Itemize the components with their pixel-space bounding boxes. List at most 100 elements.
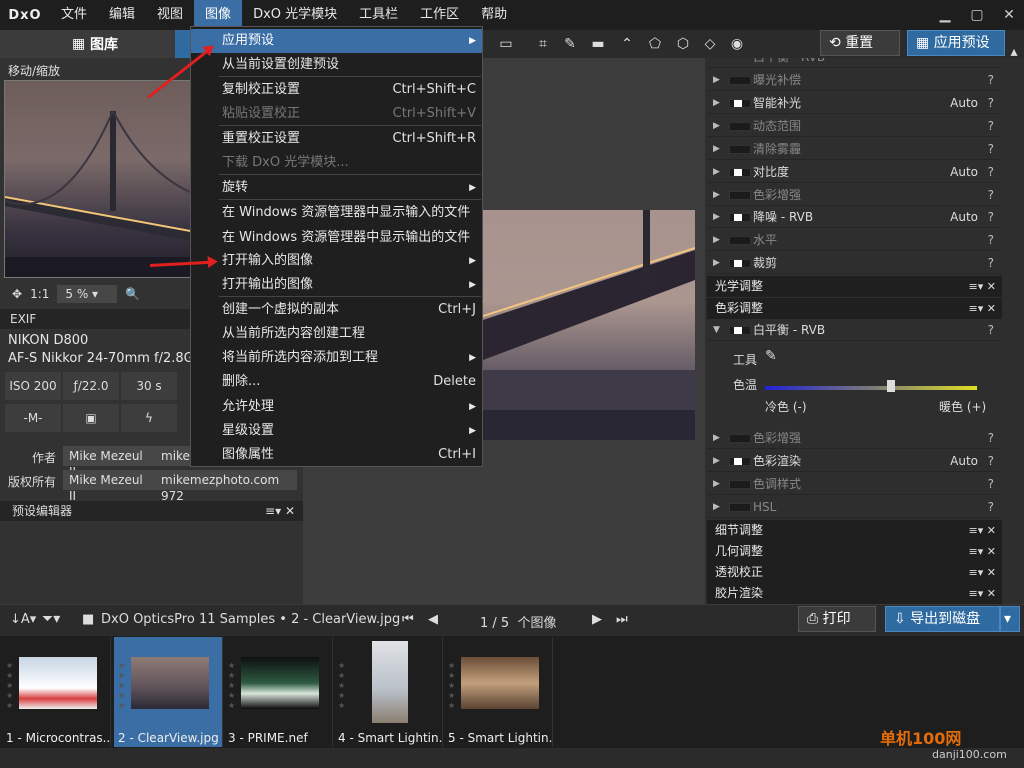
section-bottom-3[interactable]: 胶片渲染 ≡▾ ✕	[707, 583, 1002, 604]
enable-toggle[interactable]	[729, 144, 751, 154]
menu-item-16[interactable]: 星级设置 ▶	[191, 419, 482, 443]
zoom-select[interactable]: 5 % ▾	[57, 285, 118, 303]
section-bottom-2[interactable]: 透视校正 ≡▾ ✕	[707, 562, 1002, 583]
menu-item-9[interactable]: 打开输入的图像 ▶	[191, 249, 482, 273]
enable-toggle[interactable]	[729, 98, 751, 108]
expand-icon[interactable]: ▶	[713, 161, 720, 183]
eyedropper-icon[interactable]: ✎	[765, 348, 777, 364]
copyright-field-2[interactable]: mikemezphoto.com 972	[155, 470, 297, 503]
fit-icon[interactable]: ▭	[496, 34, 516, 54]
help-icon[interactable]: ?	[988, 473, 994, 495]
print-button[interactable]: ⎙ 打印	[798, 606, 876, 632]
enable-toggle[interactable]	[729, 236, 751, 246]
expand-icon[interactable]: ▶	[713, 184, 720, 206]
expand-icon[interactable]: ▶	[713, 206, 720, 228]
palette-row[interactable]: ▶ 水平?	[707, 229, 1002, 252]
help-icon[interactable]: ?	[988, 496, 994, 518]
first-image-icon[interactable]: ⏮	[402, 612, 414, 627]
section-menu-close-icon[interactable]: ≡▾ ✕	[969, 541, 996, 562]
palette-row[interactable]: ▶ 色彩增强?	[707, 184, 1002, 206]
expand-icon[interactable]: ▶	[713, 229, 720, 251]
section-menu-close-icon[interactable]: ≡▾ ✕	[969, 520, 996, 541]
horizon-icon[interactable]: ▬	[588, 34, 608, 54]
panel-close-icon[interactable]: ≡▾ ✕	[265, 501, 295, 521]
expand-icon[interactable]: ▶	[713, 115, 720, 137]
section-menu-close-icon[interactable]: ≡▾ ✕	[969, 583, 996, 604]
help-icon[interactable]: ?	[988, 115, 994, 137]
section-menu-close-icon[interactable]: ≡▾ ✕	[969, 562, 996, 583]
author-field[interactable]: Mike Mezeul II	[63, 446, 155, 479]
eyedropper-icon[interactable]: ✎	[560, 34, 580, 54]
apply-preset-button[interactable]: ▦ 应用预设	[907, 30, 1005, 56]
enable-toggle[interactable]	[729, 76, 751, 85]
customize-tab[interactable]	[175, 30, 190, 58]
expand-icon[interactable]: ▶	[713, 252, 720, 274]
help-icon[interactable]: ?	[988, 206, 994, 228]
menu-item-14[interactable]: 删除... Delete	[191, 370, 482, 394]
export-dropdown-icon[interactable]: ▾	[1000, 606, 1020, 632]
palette-row[interactable]: ▶ 色调样式?	[707, 473, 1002, 495]
help-icon[interactable]: ?	[988, 229, 994, 251]
temp-slider-thumb[interactable]	[887, 380, 895, 392]
expand-icon[interactable]: ▶	[713, 92, 720, 114]
zoom-1to1[interactable]: 1:1	[30, 287, 49, 301]
help-icon[interactable]: ?	[988, 69, 994, 91]
thumbnail[interactable]: ★ ★ ★ ★ ★ 5 - Smart Lightin...	[444, 637, 553, 747]
perspective-icon[interactable]: ⌃	[617, 34, 637, 54]
rating-stars[interactable]: ★ ★ ★ ★ ★	[448, 661, 455, 711]
enable-toggle[interactable]	[729, 190, 751, 200]
temp-slider[interactable]	[765, 386, 977, 390]
help-icon[interactable]: ?	[988, 252, 994, 274]
thumbnail[interactable]: ★ ★ ★ ★ ★ 3 - PRIME.nef	[224, 637, 333, 747]
menu-item-1[interactable]: 从当前设置创建预设	[191, 53, 482, 77]
expand-icon[interactable]: ▶	[713, 69, 720, 91]
copyright-field[interactable]: Mike Mezeul II	[63, 470, 155, 503]
last-image-icon[interactable]: ⏭	[616, 612, 628, 627]
close-icon[interactable]: ✕	[994, 0, 1024, 30]
section-bottom-1[interactable]: 几何调整 ≡▾ ✕	[707, 541, 1002, 562]
enable-toggle[interactable]	[729, 480, 751, 489]
prev-image-icon[interactable]: ◀	[428, 612, 438, 627]
palette-row[interactable]: ▶ 对比度 Auto?	[707, 161, 1002, 183]
enable-toggle[interactable]	[729, 167, 751, 177]
menu-view[interactable]: 视图	[146, 0, 194, 30]
help-icon[interactable]: ?	[988, 450, 994, 472]
thumbnail[interactable]: ★ ★ ★ ★ ★ 1 - Microcontras...	[2, 637, 111, 747]
expand-icon[interactable]: ▶	[713, 450, 720, 472]
section-color[interactable]: 色彩调整 ≡▾ ✕	[707, 298, 1002, 319]
menu-item-8[interactable]: 在 Windows 资源管理器中显示输出的文件	[191, 226, 482, 250]
menu-item-2[interactable]: 复制校正设置 Ctrl+Shift+C	[191, 78, 482, 102]
section-menu-close-icon[interactable]: ≡▾ ✕	[969, 298, 996, 319]
menu-item-17[interactable]: 图像属性 Ctrl+I	[191, 443, 482, 467]
menu-item-12[interactable]: 从当前所选内容创建工程	[191, 322, 482, 346]
help-icon[interactable]: ?	[988, 161, 994, 183]
menu-item-15[interactable]: 允许处理 ▶	[191, 395, 482, 419]
rating-stars[interactable]: ★ ★ ★ ★ ★	[338, 661, 345, 711]
menu-edit[interactable]: 编辑	[98, 0, 146, 30]
sort-icon[interactable]: ↓A▾	[10, 612, 36, 627]
eye-icon[interactable]: ◉	[727, 34, 747, 54]
help-icon[interactable]: ?	[988, 92, 994, 114]
expand-icon[interactable]: ▶	[713, 427, 720, 449]
white-balance-row[interactable]: ▼ 白平衡 - RVB?	[707, 319, 1002, 341]
menu-item-0[interactable]: 应用预设 ▶	[191, 29, 482, 53]
expand-icon[interactable]: ▶	[713, 138, 720, 160]
palette-row[interactable]: ▶ 裁剪?	[707, 252, 1002, 275]
palette-row[interactable]: ▶ 动态范围?	[707, 115, 1002, 137]
expand-icon[interactable]: ▶	[713, 473, 720, 495]
expand-icon[interactable]: ▶	[713, 496, 720, 518]
thumbnail[interactable]: ★ ★ ★ ★ ★ 4 - Smart Lightin...	[334, 637, 443, 747]
enable-toggle[interactable]	[729, 434, 751, 443]
zoom-icon[interactable]: 🔍	[125, 287, 140, 301]
minimize-icon[interactable]: ▁	[930, 0, 960, 30]
palette-row[interactable]: ▶ 色彩渲染 Auto?	[707, 450, 1002, 472]
move-icon[interactable]: ✥	[12, 287, 22, 301]
section-menu-close-icon[interactable]: ≡▾ ✕	[969, 276, 996, 297]
palette-row[interactable]: ▶ HSL?	[707, 496, 1002, 518]
scroll-up-icon[interactable]: ▴	[1004, 42, 1024, 62]
crop-icon[interactable]: ⌗	[533, 34, 553, 54]
section-optical[interactable]: 光学调整 ≡▾ ✕	[707, 276, 1002, 297]
enable-toggle[interactable]	[729, 121, 751, 131]
menu-item-6[interactable]: 旋转 ▶	[191, 176, 482, 200]
enable-toggle[interactable]	[729, 503, 751, 512]
